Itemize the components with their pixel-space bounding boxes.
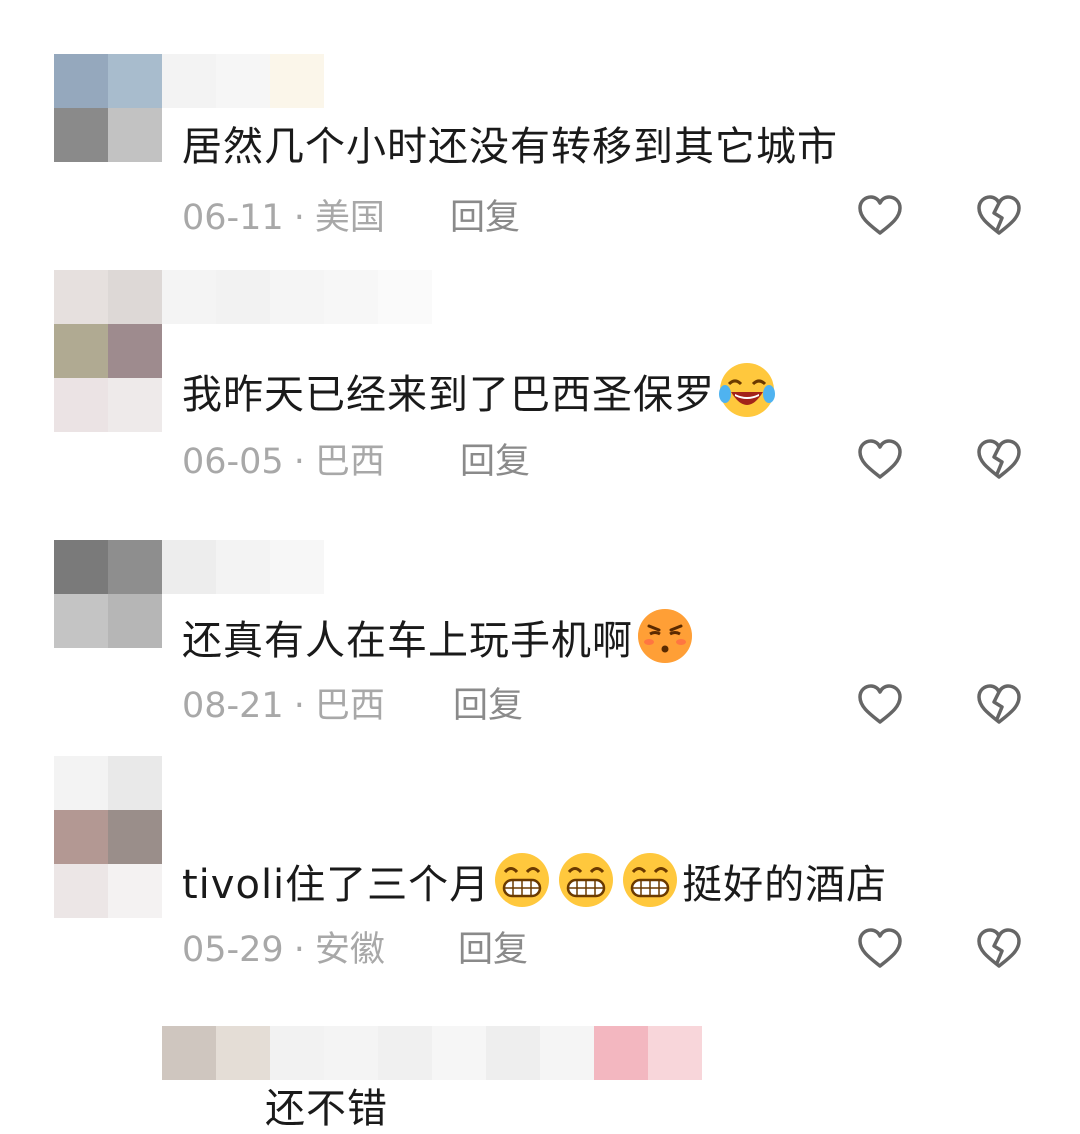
grin-emoji	[620, 850, 680, 910]
heart-outline-icon[interactable]	[856, 681, 904, 729]
comment-location: 美国	[314, 198, 385, 238]
comment-text-before: tivoli住了三个月	[182, 862, 491, 908]
avatar-pixelated[interactable]	[54, 54, 162, 162]
meta-separator: ·	[293, 442, 305, 482]
comment-date: 08-21	[182, 686, 284, 726]
broken-heart-icon[interactable]	[975, 681, 1023, 729]
skeptical-emoji	[635, 606, 695, 666]
meta-separator: ·	[293, 930, 305, 970]
comment-meta: 06-05 · 巴西	[182, 440, 385, 484]
grin-emoji	[492, 850, 552, 910]
comment-text: 我昨天已经来到了巴西圣保罗	[182, 360, 779, 420]
broken-heart-icon[interactable]	[975, 436, 1023, 484]
meta-separator: ·	[293, 198, 305, 238]
reply-header-pixelated[interactable]	[162, 1026, 702, 1080]
comment-meta: 08-21 · 巴西	[182, 684, 385, 728]
comment-text: 还真有人在车上玩手机啊	[182, 606, 697, 666]
broken-heart-icon[interactable]	[975, 192, 1023, 240]
comment-location: 巴西	[314, 442, 385, 482]
reply-button[interactable]: 回复	[458, 928, 528, 972]
comment-meta: 05-29 · 安徽	[182, 928, 385, 972]
avatar-pixelated[interactable]	[54, 756, 162, 918]
grin-emoji	[556, 850, 616, 910]
comment-location: 巴西	[314, 686, 385, 726]
comment-date: 06-11	[182, 198, 284, 238]
comment-text-body: 我昨天已经来到了巴西圣保罗	[182, 372, 715, 418]
meta-separator: ·	[293, 686, 305, 726]
laugh-cry-emoji	[717, 360, 777, 420]
comment-text: tivoli住了三个月 挺好的酒店	[182, 850, 887, 910]
comment-text-after: 挺好的酒店	[682, 862, 888, 908]
heart-outline-icon[interactable]	[856, 925, 904, 973]
reply-button[interactable]: 回复	[450, 196, 520, 240]
reply-button[interactable]: 回复	[460, 440, 530, 484]
heart-outline-icon[interactable]	[856, 192, 904, 240]
avatar-pixelated[interactable]	[54, 540, 162, 648]
username-pixelated[interactable]	[162, 54, 324, 108]
reply-text: 还不错	[265, 1086, 388, 1132]
avatar-pixelated[interactable]	[54, 270, 162, 432]
username-pixelated[interactable]	[162, 540, 324, 594]
comment-location: 安徽	[314, 930, 385, 970]
reply-button[interactable]: 回复	[453, 684, 523, 728]
comment-date: 06-05	[182, 442, 284, 482]
heart-outline-icon[interactable]	[856, 436, 904, 484]
username-pixelated[interactable]	[162, 270, 432, 324]
comment-text: 居然几个小时还没有转移到其它城市	[182, 124, 838, 170]
comment-text-body: 还真有人在车上玩手机啊	[182, 618, 633, 664]
comment-meta: 06-11 · 美国	[182, 196, 385, 240]
broken-heart-icon[interactable]	[975, 925, 1023, 973]
comment-date: 05-29	[182, 930, 284, 970]
